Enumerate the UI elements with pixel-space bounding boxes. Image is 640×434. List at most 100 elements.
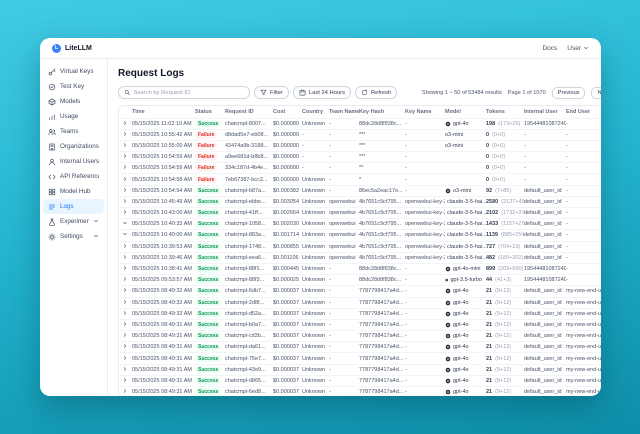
expand-row-button[interactable] — [122, 153, 128, 161]
request-id-cell[interactable]: chatcmpl-6db7... — [225, 288, 266, 294]
expand-row-button[interactable] — [122, 321, 128, 329]
table-row: 05/15/2025 08:49:31 AMSuccesschatcmpl-da… — [119, 342, 601, 353]
sidebar-item-model-hub[interactable]: Model Hub — [43, 184, 104, 199]
sidebar-item-internal-users[interactable]: Internal Users — [43, 154, 104, 169]
country-cell: - — [302, 154, 304, 160]
expand-row-button[interactable] — [122, 388, 128, 396]
request-id-cell[interactable]: chatcmpl-b0a7... — [225, 322, 266, 328]
time-range-label: Last 24 Hours — [309, 90, 345, 96]
openai-icon — [445, 277, 449, 283]
sidebar-item-experimental[interactable]: Experimental — [43, 214, 104, 229]
country-cell: Unknown — [302, 311, 325, 317]
key-hash-cell: 88dc28d8f838c... — [359, 277, 401, 283]
user-menu[interactable]: User — [567, 45, 589, 52]
expand-row-button[interactable] — [122, 231, 128, 239]
key-hash-cell: 7787798417a4d... — [359, 389, 403, 395]
sidebar-item-settings[interactable]: Settings — [43, 229, 104, 244]
key-hash-cell: 7787798417a4d... — [359, 300, 403, 306]
sidebar-item-virtual-keys[interactable]: Virtual Keys — [43, 64, 104, 79]
status-badge: Success — [195, 243, 221, 251]
expand-row-button[interactable] — [122, 287, 128, 295]
request-id-cell[interactable]: chatcmpl-6ed8... — [225, 389, 266, 395]
expand-row-button[interactable] — [122, 220, 128, 228]
request-id-cell[interactable]: chatcmpl-1058... — [225, 221, 266, 227]
sidebar-item-test-key[interactable]: Test Key — [43, 79, 104, 94]
status-badge: Success — [195, 276, 221, 284]
model-cell: o3-mini — [445, 143, 463, 149]
request-id-cell[interactable]: chatcmpl-88f1... — [225, 266, 264, 272]
expand-row-button[interactable] — [122, 310, 128, 318]
expand-row-button[interactable] — [122, 198, 128, 206]
sidebar-item-organizations[interactable]: Organizations — [43, 139, 104, 154]
time-cell: 05/15/2025 10:45:49 AM — [132, 199, 192, 205]
search-box[interactable] — [118, 86, 250, 99]
expand-row-button[interactable] — [122, 343, 128, 351]
team-name-cell: openwebui — [329, 210, 356, 216]
request-id-cell[interactable]: chatcmpl-eea6... — [225, 255, 266, 261]
tokens-total: 21 — [486, 367, 492, 373]
brand[interactable]: L LiteLLM — [52, 44, 92, 53]
request-id-cell[interactable]: d8dad5e7-eb08... — [225, 132, 268, 138]
expand-row-button[interactable] — [122, 164, 128, 172]
request-id-cell[interactable]: chatcmpl-75e7... — [225, 356, 266, 362]
time-cell: 05/15/2025 10:54:59 AM — [132, 165, 192, 171]
expand-row-button[interactable] — [122, 377, 128, 385]
request-id-cell[interactable]: 7eb67387-bcc2... — [225, 177, 268, 183]
page-indicator: Page 1 of 1070 — [508, 90, 546, 96]
expand-row-button[interactable] — [122, 142, 128, 150]
expand-row-button[interactable] — [122, 265, 128, 273]
expand-row-button[interactable] — [122, 131, 128, 139]
status-badge: Failure — [195, 142, 217, 150]
time-range-button[interactable]: Last 24 Hours — [293, 86, 351, 99]
request-id-cell[interactable]: chatcmpl-88f3... — [225, 277, 264, 283]
refresh-button[interactable]: Refresh — [355, 86, 397, 99]
expand-row-button[interactable] — [122, 366, 128, 374]
expand-row-button[interactable] — [122, 299, 128, 307]
sidebar-item-models[interactable]: Models — [43, 94, 104, 109]
expand-row-button[interactable] — [122, 254, 128, 262]
expand-row-button[interactable] — [122, 120, 128, 128]
request-id-cell[interactable]: chatcmpl-8007... — [225, 121, 266, 127]
request-id-cell[interactable]: chatcmpl-d865... — [225, 378, 266, 384]
request-id-cell[interactable]: chatcmpl-b87a... — [225, 188, 266, 194]
expand-row-button[interactable] — [122, 176, 128, 184]
expand-row-button[interactable] — [122, 243, 128, 251]
tokens-detail: (2127+453) — [501, 199, 524, 205]
tokens-detail: (9+12) — [495, 356, 511, 362]
previous-page-button[interactable]: Previous — [552, 87, 586, 99]
expand-row-button[interactable] — [122, 332, 128, 340]
request-id-cell[interactable]: chatcmpl-ebbe... — [225, 199, 266, 205]
expand-row-button[interactable] — [122, 355, 128, 363]
logs-table: TimeStatusRequest IDCostCountryTeam Name… — [118, 105, 601, 396]
request-id-cell[interactable]: chatcmpl-d52a... — [225, 311, 266, 317]
sidebar-item-logs[interactable]: Logs — [43, 199, 104, 214]
request-id-cell[interactable]: chatcmpl-43e9... — [225, 367, 266, 373]
search-input[interactable] — [133, 90, 244, 96]
expand-row-button[interactable] — [122, 209, 128, 217]
request-id-cell[interactable]: chatcmpl-41ff... — [225, 210, 263, 216]
next-page-button[interactable]: Next — [591, 87, 601, 99]
request-id-cell[interactable]: chatcmpl-2d8f... — [225, 300, 264, 306]
request-id-cell[interactable]: 334c187d-4b4e... — [225, 165, 268, 171]
internal-user-cell: default_user_id — [524, 300, 562, 306]
tokens-total: 0 — [486, 177, 489, 183]
team-name-cell: - — [329, 121, 331, 127]
status-badge: Failure — [195, 153, 217, 161]
request-id-cell[interactable]: chatcmpl-1748... — [225, 244, 266, 250]
key-name-cell: - — [405, 266, 407, 272]
request-id-cell[interactable]: 43474a9b-3188... — [225, 143, 268, 149]
expand-row-button[interactable] — [122, 187, 128, 195]
request-id-cell[interactable]: a9ee681d-b8b8... — [225, 154, 268, 160]
expand-row-button[interactable] — [122, 276, 128, 284]
request-id-cell[interactable]: chatcmpl-cd3b... — [225, 333, 265, 339]
docs-link[interactable]: Docs — [542, 45, 557, 52]
sidebar-item-usage[interactable]: Usage — [43, 109, 104, 124]
end-user-cell: - — [566, 199, 568, 205]
top-bar: L LiteLLM Docs User — [40, 38, 601, 59]
request-id-cell[interactable]: chatcmpl-883a... — [225, 232, 266, 238]
request-id-cell[interactable]: chatcmpl-da61... — [225, 344, 266, 350]
sidebar-item-api-reference[interactable]: API Reference — [43, 169, 104, 184]
filter-button[interactable]: Filter — [254, 86, 289, 99]
model-hub-icon — [48, 188, 56, 196]
sidebar-item-teams[interactable]: Teams — [43, 124, 104, 139]
